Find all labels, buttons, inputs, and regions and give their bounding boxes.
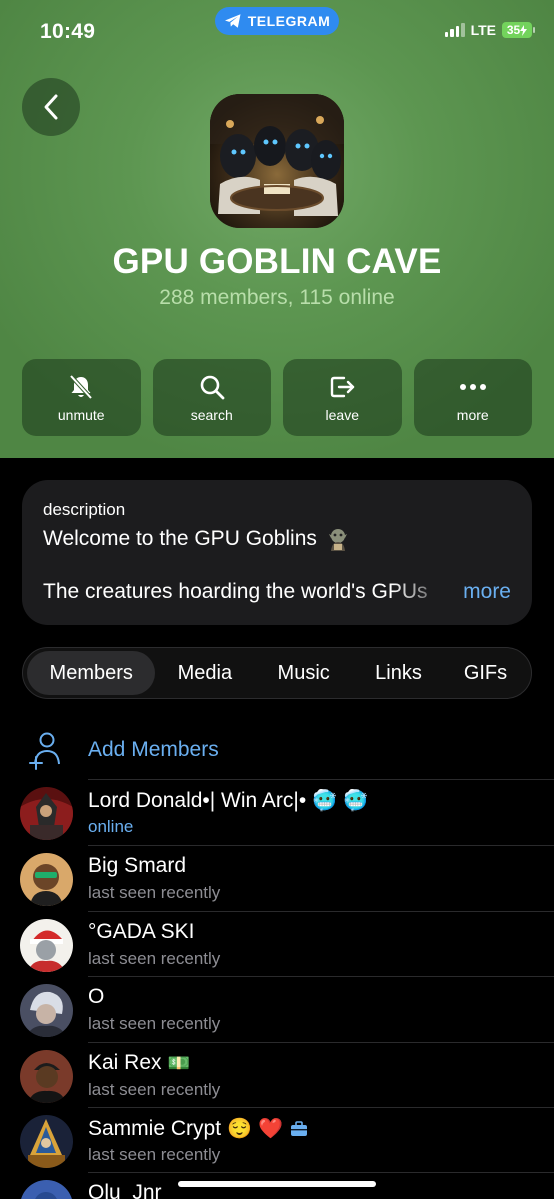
group-title: GPU GOBLIN CAVE [112,242,442,281]
avatar-image [20,919,73,972]
money-emoji: 💵 [167,1052,190,1073]
member-row-gada-ski[interactable]: °GADA SKI last seen recently [0,912,554,977]
avatar [20,1180,73,1199]
member-name: Kai Rex 💵 [88,1051,190,1075]
more-label: more [456,406,489,423]
add-user-icon [29,732,60,770]
unmute-label: unmute [57,406,105,423]
member-name-text: Sammie Crypt [88,1116,222,1140]
avatar [20,787,73,840]
avatar-image [20,1050,73,1103]
description-heading: description [43,500,126,519]
member-count: 288 members, 115 online [159,286,395,309]
leave-button[interactable]: leave [283,359,402,436]
description-welcome-text: Welcome to the GPU Goblins [43,527,317,550]
avatar-image [20,1180,73,1199]
member-status: last seen recently [88,883,221,902]
unmute-button[interactable]: unmute [22,359,141,436]
signal-icon [444,23,465,37]
tab-music[interactable]: Music [254,651,353,695]
member-status: last seen recently [88,1080,221,1099]
group-header: 10:49 TELEGRAM LTE 35 GPU GOBLIN CAVE 28… [0,0,554,458]
more-button[interactable]: more [413,359,532,436]
briefcase-badge-icon [290,1120,307,1136]
avatar-image [20,853,73,906]
member-status: online [88,817,134,836]
member-status: last seen recently [88,1145,221,1164]
status-time: 10:49 [40,20,96,43]
telegram-pill[interactable]: TELEGRAM [215,7,339,35]
description-card[interactable]: description Welcome to the GPU Goblins T… [22,480,532,625]
avatar [20,853,73,906]
member-name-text: °GADA SKI [88,920,195,943]
member-name: Sammie Crypt 😌 ❤️ 💼 [88,1116,309,1141]
network-label: LTE [470,22,496,38]
cold-face-emoji: 🥶 [343,790,369,812]
back-button[interactable] [22,78,80,136]
avatar-image [20,1115,73,1168]
search-button[interactable]: search [152,359,271,436]
member-name: Lord Donald•| Win Arc|• 🥶 🥶 [88,788,368,813]
leave-label: leave [325,406,359,423]
tab-media[interactable]: Media [155,651,254,695]
search-icon [200,375,225,399]
battery-level: 35 [506,23,521,37]
description-line-1: Welcome to the GPU Goblins [43,526,351,552]
bell-slash-icon [69,374,93,399]
member-name-text: O [88,985,105,1008]
avatar [20,919,73,972]
leave-icon [331,376,355,397]
group-avatar[interactable] [210,94,344,228]
add-members-label: Add Members [88,738,219,761]
member-row-big-smard[interactable]: Big Smard last seen recently [0,846,554,911]
member-name-text: Olu_Jnr [88,1181,162,1199]
description-line-2: The creatures hoarding the world's GPUs [43,580,428,603]
member-status: last seen recently [88,949,221,968]
avatar-image [20,787,73,840]
relieved-face-emoji: 😌 [227,1118,252,1140]
media-tabs: Members Media Music Links GIFs [22,647,532,699]
home-indicator[interactable] [178,1181,376,1187]
cold-face-emoji: 🥶 [312,790,338,812]
member-name: Big Smard [88,854,186,878]
telegram-plane-icon [224,14,241,28]
tab-links[interactable]: Links [353,651,444,695]
member-row-lord-donald[interactable]: Lord Donald•| Win Arc|• 🥶 🥶 online [0,780,554,845]
search-label: search [190,406,233,423]
add-members-row[interactable]: Add Members [0,718,554,780]
member-row-kai-rex[interactable]: Kai Rex 💵 last seen recently [0,1043,554,1108]
member-row-o[interactable]: O last seen recently [0,977,554,1042]
member-row-sammie-crypt[interactable]: Sammie Crypt 😌 ❤️ 💼 last seen recently [0,1108,554,1173]
pill-label: TELEGRAM [247,13,331,29]
more-dots-icon [459,383,486,390]
member-name: Olu_Jnr [88,1181,162,1199]
action-bar: unmute search leave more [22,359,532,436]
red-heart-emoji: ❤️ [257,1118,283,1140]
avatar [20,984,73,1037]
member-name-text: Kai Rex [88,1051,162,1074]
avatar-image [20,984,73,1037]
member-name-text: Lord Donald•| Win Arc|• [88,788,307,812]
goblin-council-image [210,94,344,228]
charging-bolt-icon [520,24,528,36]
description-more-link[interactable]: more [463,580,511,604]
telegram-group-profile: 10:49 TELEGRAM LTE 35 GPU GOBLIN CAVE 28… [0,0,554,1199]
member-status: last seen recently [88,1014,221,1033]
chevron-left-icon [44,94,58,120]
status-indicators: LTE 35 [444,22,535,38]
member-name: °GADA SKI [88,920,194,944]
avatar [20,1050,73,1103]
goblin-emoji-icon [328,529,347,551]
tab-members[interactable]: Members [27,651,156,695]
member-name: O [88,985,104,1009]
battery-icon: 35 [502,22,535,38]
avatar [20,1115,73,1168]
member-name-text: Big Smard [88,854,187,877]
tab-gifs[interactable]: GIFs [444,651,527,695]
